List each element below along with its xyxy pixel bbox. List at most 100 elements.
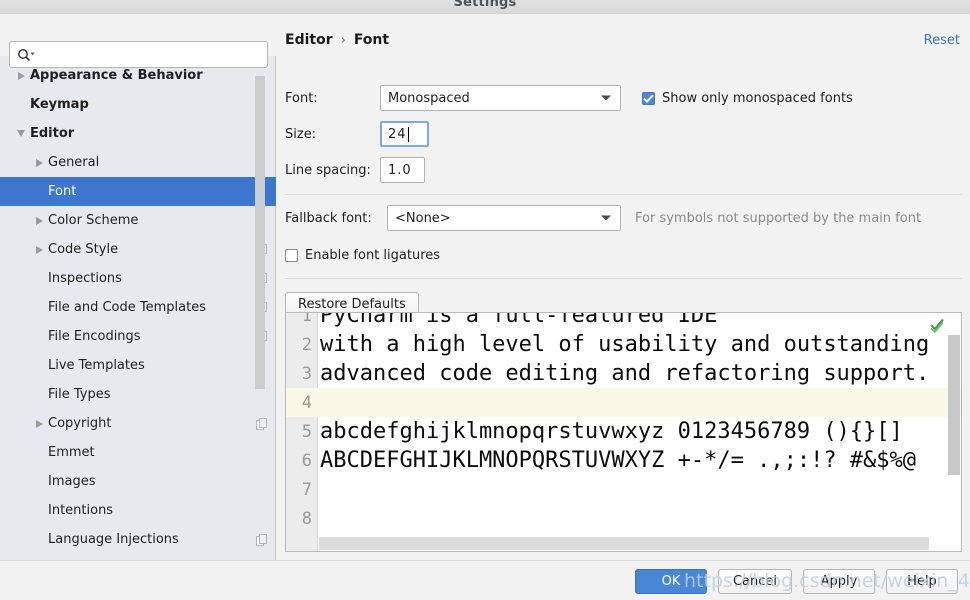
sidebar-item-label: Keymap [30, 97, 89, 112]
sidebar-item-font[interactable]: Font [0, 177, 276, 206]
help-button-label: Help [907, 574, 937, 589]
preview-line: 5 abcdefghijklmnopqrstuvwxyz 0123456789 (… [286, 417, 961, 446]
line-spacing-label: Line spacing: [285, 162, 371, 178]
green-check-icon [929, 317, 945, 334]
sidebar-item-file-encodings[interactable]: File Encodings [0, 322, 276, 351]
line-number: 1 [301, 313, 312, 326]
sidebar-item-label: Color Scheme [48, 213, 139, 228]
preview-line: 2 with a high level of usability and outs… [286, 330, 961, 359]
sidebar-item-keymap[interactable]: Keymap [0, 90, 276, 119]
text-caret [407, 126, 409, 142]
chevron-right-icon[interactable] [30, 216, 48, 226]
sidebar-item-label: General [48, 155, 100, 170]
line-spacing-value: 1.0 [388, 162, 412, 178]
preview-horizontal-scrollbar-thumb[interactable] [319, 537, 929, 550]
restore-defaults-label: Restore Defaults [298, 297, 406, 312]
show-only-monospaced-checkbox[interactable]: Show only monospaced fonts [642, 91, 853, 106]
sidebar-item-live-templates[interactable]: Live Templates [0, 351, 276, 380]
sidebar-item-file-types[interactable]: File Types [0, 380, 276, 409]
checkbox-box-icon [285, 249, 298, 262]
show-only-monospaced-label: Show only monospaced fonts [662, 90, 853, 106]
sidebar-item-language-injections[interactable]: Language Injections [0, 525, 276, 554]
preview-line: 1 PyCharm is a full-featured IDE [286, 313, 961, 330]
preview-line: 4 [286, 388, 961, 417]
settings-sidebar: Appearance & Behavior Keymap Editor General… [0, 14, 276, 560]
enable-ligatures-checkbox[interactable]: Enable font ligatures [285, 248, 440, 263]
chevron-right-icon[interactable] [30, 158, 48, 168]
preview-line: 3 advanced code editing and refactoring s… [286, 359, 961, 388]
font-size-input[interactable]: 24 [380, 121, 429, 147]
font-family-value: Monospaced [388, 90, 470, 106]
enable-ligatures-label: Enable font ligatures [305, 248, 441, 263]
sidebar-item-appearance-behavior[interactable]: Appearance & Behavior [0, 61, 276, 90]
sidebar-item-images[interactable]: Images [0, 467, 276, 496]
cancel-button[interactable]: Cancel [717, 569, 792, 594]
help-button[interactable]: Help [886, 569, 958, 594]
sidebar-item-general[interactable]: General [0, 148, 276, 177]
chevron-down-icon [601, 95, 611, 101]
breadcrumb-separator-icon: › [340, 32, 346, 48]
sidebar-item-label: Editor [30, 126, 75, 141]
sidebar-item-label: Code Style [48, 242, 119, 257]
font-field-row: Font: Monospaced Show only monospaced fo… [285, 85, 965, 111]
sidebar-item-label: Live Templates [48, 358, 145, 373]
fallback-font-value: <None> [395, 210, 451, 226]
sidebar-item-label: File Encodings [48, 329, 141, 344]
sidebar-search-area [0, 14, 276, 68]
preview-line: 6 ABCDEFGHIJKLMNOPQRSTUVWXYZ +-*/= .,;:!?… [286, 446, 961, 475]
sidebar-item-label: Copyright [48, 416, 112, 431]
sidebar-item-label: Images [48, 474, 96, 489]
cancel-button-label: Cancel [732, 574, 777, 589]
font-family-combobox[interactable]: Monospaced [380, 85, 621, 111]
breadcrumb-current: Font [353, 32, 390, 48]
line-number: 3 [301, 363, 312, 384]
chevron-down-icon[interactable] [12, 129, 30, 138]
sidebar-item-inspections[interactable]: Inspections [0, 264, 276, 293]
font-size-value: 24 [388, 126, 407, 142]
preview-line-text: PyCharm is a full-featured IDE [320, 313, 718, 328]
preview-line-text: advanced code editing and refactoring su… [320, 361, 930, 386]
fallback-font-hint: For symbols not supported by the main fo… [635, 210, 922, 226]
window-title: Settings [453, 0, 517, 10]
line-number: 2 [301, 334, 312, 355]
fallback-font-field-row: Fallback font: <None> For symbols not su… [285, 205, 921, 231]
sidebar-item-label: File Types [48, 387, 111, 402]
chevron-right-icon[interactable] [30, 419, 48, 429]
sidebar-item-label: Emmet [48, 445, 95, 460]
fallback-font-combobox[interactable]: <None> [387, 205, 621, 231]
sidebar-item-file-and-code-templates[interactable]: File and Code Templates [0, 293, 276, 322]
font-preview-editor[interactable]: 1 PyCharm is a full-featured IDE 2 with a h… [285, 312, 962, 552]
breadcrumb-parent[interactable]: Editor [285, 32, 333, 48]
preview-vertical-scrollbar-thumb[interactable] [948, 335, 960, 475]
sidebar-item-label: Inspections [48, 271, 122, 286]
preview-line-text: with a high level of usability and outst… [320, 332, 930, 357]
sidebar-item-code-style[interactable]: Code Style [0, 235, 276, 264]
line-number: 6 [301, 450, 312, 471]
line-number: 7 [301, 479, 312, 500]
chevron-right-icon[interactable] [12, 71, 30, 81]
chevron-right-icon[interactable] [30, 245, 48, 255]
sidebar-item-copyright[interactable]: Copyright [0, 409, 276, 438]
settings-content: Editor › Font Reset Font: Monospaced Sho… [277, 14, 970, 560]
fallback-font-label: Fallback font: [285, 210, 372, 226]
sidebar-item-label: Intentions [48, 503, 114, 518]
settings-tree: Appearance & Behavior Keymap Editor General… [0, 61, 276, 560]
font-label: Font: [285, 90, 318, 106]
checkbox-box-icon [642, 91, 655, 105]
size-label: Size: [285, 126, 317, 142]
sidebar-item-color-scheme[interactable]: Color Scheme [0, 206, 276, 235]
sidebar-item-emmet[interactable]: Emmet [0, 438, 276, 467]
sidebar-item-label: File and Code Templates [48, 300, 206, 315]
ok-button[interactable]: OK [634, 569, 707, 594]
reset-link[interactable]: Reset [924, 33, 960, 48]
apply-button-label: Apply [820, 574, 858, 589]
sidebar-scrollbar-thumb[interactable] [255, 76, 265, 389]
preview-line: 7 [286, 475, 961, 504]
preview-line-text: abcdefghijklmnopqrstuvwxyz 0123456789 ()… [320, 419, 903, 444]
apply-button[interactable]: Apply [803, 569, 875, 594]
sidebar-item-intentions[interactable]: Intentions [0, 496, 276, 525]
sidebar-item-editor[interactable]: Editor [0, 119, 276, 148]
dialog-buttons: OK Cancel Apply Help [634, 569, 958, 594]
line-spacing-input[interactable]: 1.0 [380, 157, 425, 183]
preview-code-area[interactable]: 1 PyCharm is a full-featured IDE 2 with a h… [286, 313, 961, 551]
